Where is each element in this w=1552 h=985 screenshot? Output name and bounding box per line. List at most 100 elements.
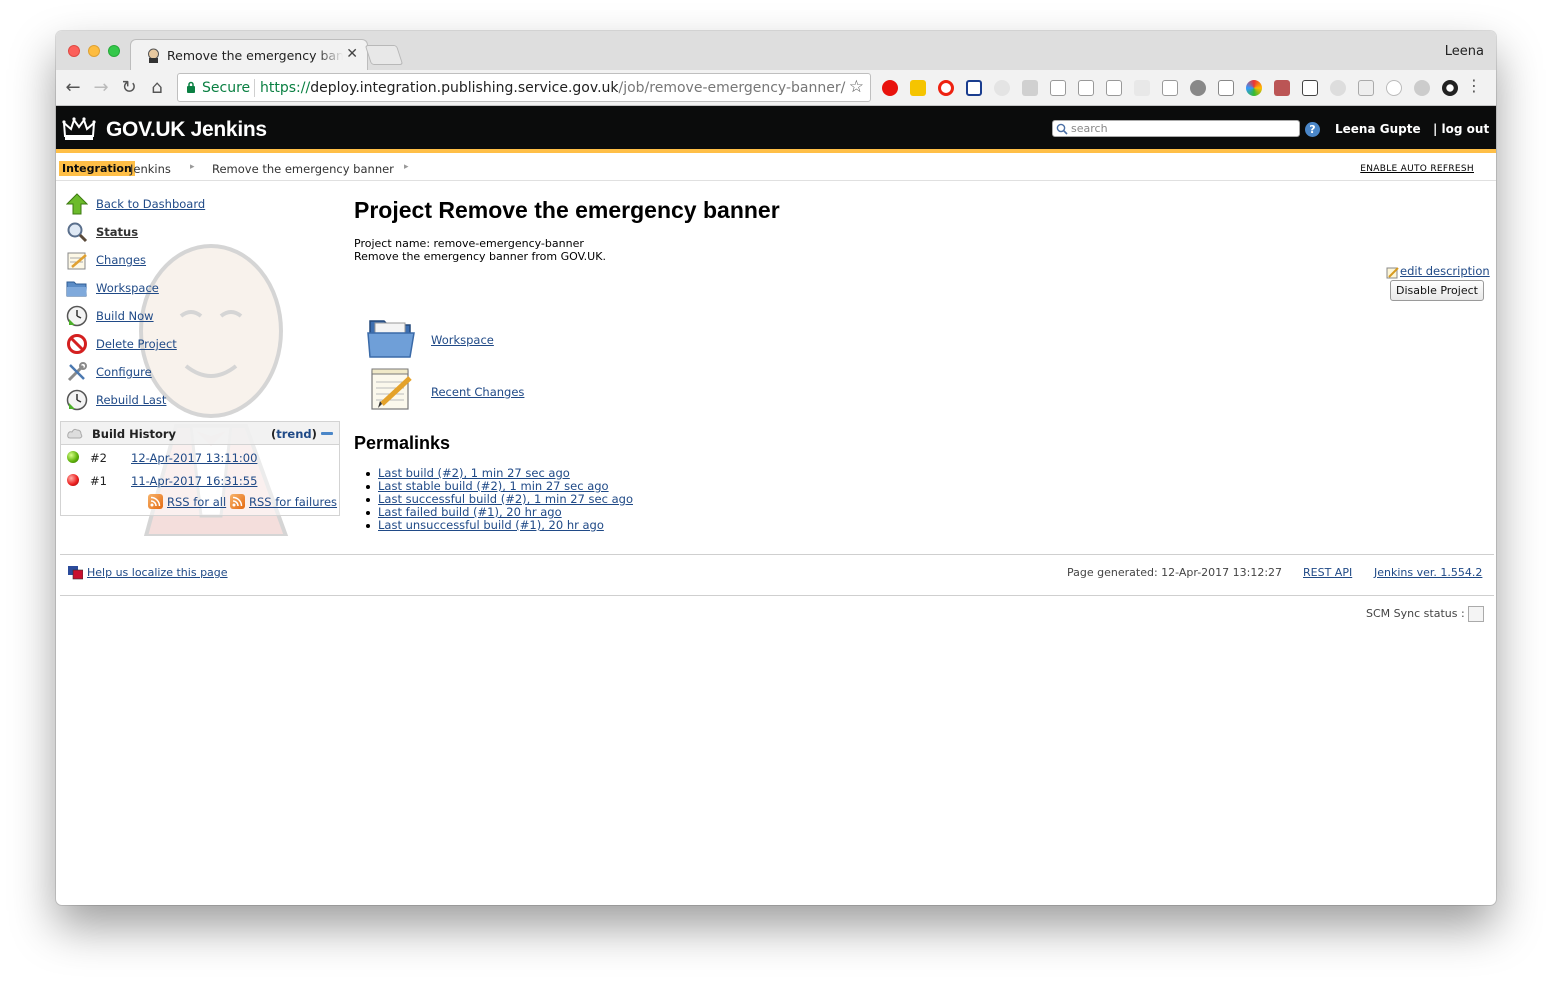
permalink-last-successful-build[interactable]: Last successful build (#2), 1 min 27 sec… bbox=[378, 492, 633, 506]
back-to-dashboard-link[interactable]: Back to Dashboard bbox=[96, 197, 205, 211]
forward-icon[interactable]: → bbox=[89, 76, 113, 100]
back-icon[interactable]: ← bbox=[61, 76, 85, 100]
build-date-link[interactable]: 12-Apr-2017 13:11:00 bbox=[131, 451, 257, 465]
user-name-link[interactable]: Leena Gupte bbox=[1335, 122, 1421, 136]
help-icon[interactable]: ? bbox=[1305, 122, 1320, 137]
workspace-link[interactable]: Workspace bbox=[96, 281, 159, 295]
breadcrumb-arrow-icon[interactable]: ▸ bbox=[190, 162, 195, 172]
build-history-panel: Build History (trend) #2 12-Apr-2017 13:… bbox=[60, 421, 340, 516]
workspace-main-link[interactable]: Workspace bbox=[431, 333, 494, 347]
color-extension-icon[interactable] bbox=[1246, 80, 1262, 96]
cast-icon[interactable] bbox=[1106, 80, 1122, 96]
avatar-extension-icon[interactable] bbox=[1274, 80, 1290, 96]
browser-tab[interactable]: Remove the emergency banner ✕ bbox=[130, 39, 368, 70]
brand-title[interactable]: GOV.UK Jenkins bbox=[106, 118, 267, 142]
extension-icon[interactable] bbox=[1386, 80, 1402, 96]
n-extension-icon[interactable] bbox=[966, 80, 982, 96]
rebuild-last-link[interactable]: Rebuild Last bbox=[96, 393, 166, 407]
extension-icon[interactable] bbox=[1050, 80, 1066, 96]
new-tab-button[interactable] bbox=[364, 45, 404, 65]
permalink-last-build[interactable]: Last build (#2), 1 min 27 sec ago bbox=[378, 466, 570, 480]
breadcrumb: Integration Jenkins ▸ Remove the emergen… bbox=[56, 157, 1496, 181]
build-date-link[interactable]: 11-Apr-2017 16:31:55 bbox=[131, 474, 257, 488]
page-generated: Page generated: 12-Apr-2017 13:12:27 bbox=[1067, 566, 1283, 579]
trend-link[interactable]: trend bbox=[276, 427, 311, 441]
extension-icon[interactable] bbox=[994, 80, 1010, 96]
close-window-button[interactable] bbox=[68, 45, 80, 57]
breadcrumb-project[interactable]: Remove the emergency banner bbox=[212, 162, 394, 176]
opera-extension-icon[interactable] bbox=[938, 80, 954, 96]
url-path: /job/remove-emergency-banner/ bbox=[618, 80, 846, 96]
collapse-icon[interactable] bbox=[321, 432, 333, 435]
edit-notepad-icon bbox=[1386, 267, 1399, 279]
extension-icon[interactable] bbox=[1414, 80, 1430, 96]
search-icon bbox=[1056, 123, 1068, 135]
extension-icon[interactable] bbox=[1162, 80, 1178, 96]
reload-icon[interactable]: ↻ bbox=[117, 76, 141, 100]
failed-status-icon bbox=[67, 474, 79, 486]
browser-toolbar: ← → ↻ ⌂ Secure https://deploy.integratio… bbox=[56, 70, 1496, 106]
breadcrumb-jenkins[interactable]: Jenkins bbox=[130, 162, 171, 176]
close-tab-icon[interactable]: ✕ bbox=[346, 46, 358, 62]
url-protocol: https:// bbox=[260, 80, 311, 96]
permalink-last-failed-build[interactable]: Last failed build (#1), 20 hr ago bbox=[378, 505, 562, 519]
folder-icon[interactable] bbox=[366, 315, 416, 361]
adblock-extension-icon[interactable] bbox=[882, 80, 898, 96]
localize-link[interactable]: Help us localize this page bbox=[87, 566, 228, 579]
list-item: Last unsuccessful build (#1), 20 hr ago bbox=[366, 518, 633, 532]
edit-description-link[interactable]: edit description bbox=[1400, 264, 1490, 278]
address-bar[interactable]: Secure https://deploy.integration.publis… bbox=[177, 73, 871, 102]
changes-link[interactable]: Changes bbox=[96, 253, 146, 267]
recent-changes-link[interactable]: Recent Changes bbox=[431, 385, 524, 399]
status-link[interactable]: Status bbox=[96, 225, 138, 239]
footer-divider bbox=[60, 554, 1494, 555]
delete-project-link[interactable]: Delete Project bbox=[96, 337, 177, 351]
rss-failures-link[interactable]: RSS for failures bbox=[249, 495, 337, 509]
disable-project-button[interactable]: Disable Project bbox=[1390, 280, 1484, 301]
rss-all-link[interactable]: RSS for all bbox=[167, 495, 226, 509]
extension-icon[interactable] bbox=[1330, 80, 1346, 96]
govuk-crown-icon[interactable] bbox=[62, 116, 96, 142]
jenkins-version-link[interactable]: Jenkins ver. 1.554.2 bbox=[1374, 566, 1482, 579]
crown-extension-icon[interactable] bbox=[1302, 80, 1318, 96]
rss-icon bbox=[230, 494, 245, 509]
broken-image-icon bbox=[1468, 606, 1484, 622]
extension-icon[interactable] bbox=[1358, 80, 1374, 96]
extension-icon[interactable] bbox=[1078, 80, 1094, 96]
build-row[interactable]: #2 12-Apr-2017 13:11:00 bbox=[61, 446, 339, 468]
extension-icon[interactable] bbox=[910, 80, 926, 96]
breadcrumb-arrow-icon[interactable]: ▸ bbox=[404, 162, 409, 172]
extension-icon[interactable] bbox=[1442, 80, 1458, 96]
search-input[interactable] bbox=[1071, 121, 1299, 136]
secure-label: Secure bbox=[202, 80, 251, 96]
extension-icon[interactable] bbox=[1134, 80, 1150, 96]
page-title: Project Remove the emergency banner bbox=[354, 197, 780, 223]
hash-extension-icon[interactable] bbox=[1190, 80, 1206, 96]
logout-link[interactable]: | log out bbox=[1433, 122, 1489, 136]
build-row[interactable]: #1 11-Apr-2017 16:31:55 bbox=[61, 469, 339, 491]
permalink-last-unsuccessful-build[interactable]: Last unsuccessful build (#1), 20 hr ago bbox=[378, 518, 604, 532]
bookmark-star-icon[interactable]: ☆ bbox=[849, 77, 864, 97]
extension-icon[interactable] bbox=[1022, 80, 1038, 96]
up-arrow-icon bbox=[66, 193, 88, 215]
configure-link[interactable]: Configure bbox=[96, 365, 152, 379]
profile-name[interactable]: Leena bbox=[1445, 44, 1484, 59]
permalinks-list: Last build (#2), 1 min 27 sec ago Last s… bbox=[366, 466, 633, 532]
permalink-last-stable-build[interactable]: Last stable build (#2), 1 min 27 sec ago bbox=[378, 479, 609, 493]
build-now-link[interactable]: Build Now bbox=[96, 309, 154, 323]
home-icon[interactable]: ⌂ bbox=[145, 76, 169, 100]
url-text[interactable]: https://deploy.integration.publishing.se… bbox=[260, 80, 845, 96]
extension-icon[interactable] bbox=[1218, 80, 1234, 96]
notepad-icon[interactable] bbox=[366, 366, 416, 412]
build-number: #1 bbox=[90, 474, 107, 488]
search-icon bbox=[67, 222, 88, 243]
flag-icon bbox=[68, 566, 83, 580]
search-box[interactable] bbox=[1052, 120, 1300, 137]
jenkins-favicon-icon bbox=[148, 48, 159, 63]
tab-title: Remove the emergency banner bbox=[167, 48, 343, 63]
minimize-window-button[interactable] bbox=[88, 45, 100, 57]
maximize-window-button[interactable] bbox=[108, 45, 120, 57]
rest-api-link[interactable]: REST API bbox=[1303, 566, 1352, 579]
enable-auto-refresh-link[interactable]: ENABLE AUTO REFRESH bbox=[1360, 164, 1474, 174]
browser-menu-icon[interactable]: ⋮ bbox=[1466, 76, 1482, 95]
